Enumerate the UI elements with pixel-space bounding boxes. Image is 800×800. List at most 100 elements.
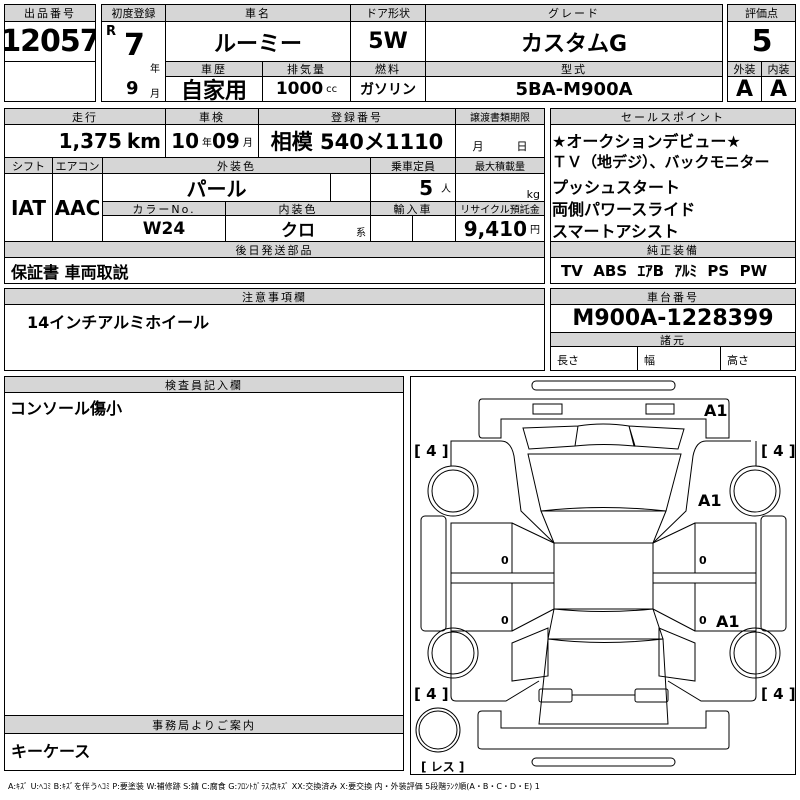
displacement-unit: cc	[326, 83, 338, 95]
insp-month: 09	[212, 129, 240, 153]
transfer-deadline: 月日	[455, 124, 545, 158]
tire-front-right: [ 4 ]	[761, 442, 796, 460]
year-unit: 年	[150, 64, 160, 75]
office-label: 事務局よりご案内	[4, 715, 404, 734]
spec-length: 長さ	[550, 346, 638, 371]
ext-color-label: 外装色	[102, 157, 371, 174]
max-load: kg	[455, 173, 545, 202]
auction-sheet: 出品番号 12057 初度登録 車名 ドア形状 グレード R 7 年 9 月 ル…	[0, 0, 800, 800]
aircon: AAC	[52, 173, 103, 242]
mileage-label: 走行	[4, 108, 166, 125]
ext-grade-label: 外装	[727, 61, 762, 77]
import-cell-2	[412, 215, 456, 242]
chassis-label: 車台番号	[550, 288, 796, 305]
ext-color-blank	[330, 173, 371, 202]
first-reg-label: 初度登録	[101, 4, 166, 22]
fuel: ガソリン	[350, 76, 426, 102]
inspector-notes: コンソール傷小	[4, 392, 404, 716]
int-color: クロ 系	[225, 215, 371, 242]
door-label: ドア形状	[350, 4, 426, 22]
later-parts-label: 後日発送部品	[4, 241, 545, 258]
mileage: 1,375 km	[4, 124, 166, 158]
model-code: 5BA-M900A	[425, 76, 723, 102]
displacement-value: 1000	[275, 79, 324, 99]
mileage-value: 1,375	[58, 129, 122, 153]
plate-label: 登録番号	[258, 108, 456, 125]
notes: 14インチアルミホイール	[4, 304, 545, 371]
int-color-label: 内装色	[225, 201, 371, 216]
int-grade: A	[761, 76, 796, 102]
later-parts: 保証書 車両取説	[4, 257, 545, 284]
recycle-fee: 9,410 円	[455, 215, 545, 242]
chassis-number: M900A-1228399	[550, 304, 796, 333]
tire-rear-right: [ 4 ]	[761, 685, 796, 703]
displacement-label: 排気量	[262, 61, 351, 77]
shift-label: シフト	[4, 157, 53, 174]
inspection-label: 車検	[165, 108, 259, 125]
history-label: 車歴	[165, 61, 263, 77]
max-load-label: 最大積載量	[455, 157, 545, 174]
damage-front-bumper: A1	[704, 401, 728, 420]
int-color-unit: 系	[356, 228, 366, 239]
int-color-value: クロ	[281, 221, 315, 241]
sales-point: スマートアシスト	[552, 222, 679, 241]
tire-rear-left: [ 4 ]	[414, 685, 449, 703]
damage-rear-door: A1	[716, 612, 740, 631]
sales-point: ＴＶ（地デジ）、バックモニター	[552, 153, 770, 171]
recycle-label: リサイクル預託金	[455, 201, 545, 216]
sales-points-label: セールスポイント	[550, 108, 796, 125]
mark-zero: 0	[501, 554, 509, 567]
score: 5	[727, 21, 796, 62]
insp-year-unit: 年	[202, 137, 212, 149]
ext-color: パール	[102, 173, 331, 202]
tire-front-left: [ 4 ]	[414, 442, 449, 460]
recycle-value: 9,410	[463, 216, 527, 241]
mark-zero: 0	[501, 614, 509, 627]
reg-year: 7	[124, 28, 145, 63]
transfer-day: 日	[516, 140, 528, 153]
model-label: 型式	[425, 61, 723, 77]
aircon-label: エアコン	[52, 157, 103, 174]
mark-zero: 0	[699, 614, 707, 627]
sales-point: プッシュスタート	[552, 178, 681, 197]
damage-front-fender: A1	[698, 491, 722, 510]
capacity-value: 5	[419, 175, 433, 200]
spare-tire: [ レス ]	[421, 760, 464, 774]
diagram-labels: [ 4 ] [ 4 ] [ 4 ] [ 4 ] [ レス ] A1 A1 A1 …	[414, 401, 796, 774]
spec-height: 高さ	[720, 346, 796, 371]
grade-label: グレード	[425, 4, 723, 22]
lot-label: 出品番号	[4, 4, 96, 22]
first-reg-cell: R 7 年 9 月	[101, 21, 166, 102]
era: R	[106, 24, 117, 39]
sales-point: 両側パワースライド	[552, 200, 696, 219]
legend-footer: A:ｷｽﾞ U:ﾍｺﾐ B:ｷｽﾞを伴うﾍｺﾐ P:要塗装 W:補修跡 S:錆 …	[8, 782, 540, 791]
office-notes: キーケース	[4, 733, 404, 771]
car-name-label: 車名	[165, 4, 351, 22]
shift: IAT	[4, 173, 53, 242]
car-name: ルーミー	[165, 21, 351, 62]
capacity-label: 乗車定員	[370, 157, 456, 174]
color-no: W24	[102, 215, 226, 242]
notes-label: 注意事項欄	[4, 288, 545, 305]
lot-blank	[4, 61, 96, 102]
inspector-label: 検査員記入欄	[4, 376, 404, 393]
damage-diagram: [ 4 ] [ 4 ] [ 4 ] [ 4 ] [ レス ] A1 A1 A1 …	[410, 376, 796, 775]
displacement: 1000 cc	[262, 76, 351, 102]
recycle-unit: 円	[530, 225, 540, 236]
color-no-label: カラーNo.	[102, 201, 226, 216]
equipment-label: 純正装備	[550, 241, 796, 258]
transfer-month: 月	[472, 140, 484, 153]
equipment: TV ABS ｴｱB ｱﾙﾐ PS PW	[550, 257, 796, 284]
grade: カスタムG	[425, 21, 723, 62]
mark-zero: 0	[699, 554, 707, 567]
transfer-label: 譲渡書類期限	[455, 108, 545, 125]
history: 自家用	[165, 76, 263, 102]
ext-grade: A	[727, 76, 762, 102]
insp-month-unit: 月	[242, 137, 253, 149]
score-label: 評価点	[727, 4, 796, 22]
sales-point: ★オークションデビュー★	[552, 132, 741, 151]
spec-width: 幅	[637, 346, 721, 371]
month-unit: 月	[150, 89, 160, 100]
import-label: 輸入車	[370, 201, 456, 216]
insp-year: 10	[171, 129, 199, 153]
